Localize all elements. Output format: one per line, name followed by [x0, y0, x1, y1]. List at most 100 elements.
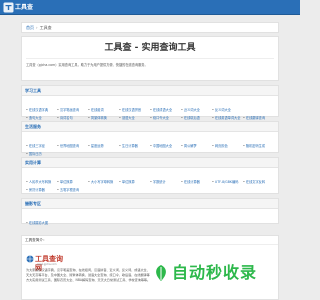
- tool-link-label: 五笔字根查询: [59, 188, 80, 192]
- bullet-icon: •: [88, 144, 90, 148]
- tool-link-label: 在线计算器: [183, 180, 200, 184]
- link-row: •在线摄影大图: [26, 211, 276, 225]
- bullet-icon: •: [26, 188, 28, 192]
- tool-link-label: 国际日历: [28, 152, 42, 156]
- tool-link-label: 在线摄影大图: [28, 221, 49, 225]
- bullet-icon: •: [119, 144, 121, 148]
- bullet-icon: •: [181, 116, 183, 120]
- tool-link[interactable]: •随机密码生成: [243, 144, 274, 149]
- tool-link-label: 在线翻译查询: [245, 116, 266, 120]
- bullet-icon: •: [212, 180, 214, 184]
- tool-link[interactable]: •星座运势: [88, 144, 119, 149]
- section-title: 学习工具: [22, 86, 278, 96]
- breadcrumb-current: 工具查: [39, 25, 52, 30]
- section-learning-tools: 学习工具 •在线汉语字典 •汉字笔画查询 •在线组词 •在线汉语拼音 •在线成语大全 •近…: [21, 85, 279, 120]
- bullet-icon: •: [181, 180, 183, 184]
- bullet-icon: •: [150, 180, 152, 184]
- bullet-icon: •: [26, 221, 28, 225]
- bullet-icon: •: [119, 116, 121, 120]
- tool-link-label: 房贷计算器: [28, 188, 45, 192]
- tool-link-label: 随机密码生成: [245, 144, 266, 148]
- bullet-icon: •: [88, 116, 90, 120]
- tool-link[interactable]: •单位换算: [119, 180, 150, 185]
- section-title: 实用计算: [22, 158, 278, 168]
- link-row: •在线汉语字典 •汉字笔画查询 •在线组词 •在线汉语拼音 •在线成语大全 •近义词大全 •…: [26, 98, 276, 112]
- tool-link-label: 诗词名句: [59, 116, 73, 120]
- tool-link-list: •在线摄影大图: [26, 211, 276, 225]
- tool-link[interactable]: •中国地图大全: [150, 144, 181, 149]
- tool-link-label: 星座运势: [90, 144, 104, 148]
- bullet-icon: •: [150, 116, 152, 120]
- tool-link[interactable]: •UTF-8/GBK编码: [212, 180, 243, 185]
- site-intro: 工具查（gjcha.com）实用查询工具，助力于为用户提供方便、快捷的在线查询服…: [26, 63, 148, 67]
- bullet-icon: •: [243, 116, 245, 120]
- hero-panel: 工具查 - 实用查询工具 工具查（gjcha.com）实用查询工具，助力于为用户…: [21, 36, 279, 81]
- tool-link[interactable]: •在线计算器: [181, 180, 212, 185]
- hero-divider: [26, 58, 274, 59]
- bullet-icon: •: [150, 144, 152, 148]
- tool-link-label: 中国地图大全: [152, 144, 173, 148]
- tool-link[interactable]: •在线摄影大图: [26, 221, 57, 226]
- tool-link[interactable]: •在线文字反转: [243, 180, 274, 185]
- tool-link[interactable]: •房贷计算器: [26, 188, 57, 193]
- tool-link[interactable]: •世界地图查询: [57, 144, 88, 149]
- tool-link-label: 简繁体转换: [90, 116, 107, 120]
- tool-link-label: 单位换算: [121, 180, 135, 184]
- tool-link-label: 造句大全: [28, 116, 42, 120]
- tool-link[interactable]: •网页颜色: [212, 144, 243, 149]
- tool-link-label: 网页颜色: [214, 144, 228, 148]
- tool-link-label: 在线文字反转: [245, 180, 266, 184]
- link-row: •人民币大写转换 •单位换算 •大小写字母转换 •单位换算 •字数统计 •在线计算器 •UT…: [26, 170, 276, 184]
- bullet-icon: •: [212, 144, 214, 148]
- bullet-icon: •: [57, 144, 59, 148]
- bullet-icon: •: [26, 152, 28, 156]
- link-row: •造句大全 •诗词名句 •简繁体转换 •谜语大全 •绕口令大全 •在线歇后语 •在线英语单词…: [26, 106, 276, 120]
- tool-link[interactable]: •周公解梦: [181, 144, 212, 149]
- breadcrumb-separator: ›: [36, 25, 38, 30]
- tool-link-label: 周公解梦: [183, 144, 197, 148]
- tool-link[interactable]: •五笔字根查询: [57, 188, 88, 193]
- section-title: 摄影专区: [22, 199, 278, 209]
- tool-link-label: UTF-8/GBK编码: [214, 180, 239, 184]
- tool-link-label: 在线英语单词大全: [214, 116, 241, 120]
- tool-link-list: •在线汉语字典 •汉字笔画查询 •在线组词 •在线汉语拼音 •在线成语大全 •近义词大全 •…: [26, 98, 276, 120]
- tool-link-list: •人民币大写转换 •单位换算 •大小写字母转换 •单位换算 •字数统计 •在线计算器 •UT…: [26, 170, 276, 192]
- bullet-icon: •: [243, 180, 245, 184]
- about-heading: 工具查简介：: [22, 236, 278, 245]
- site-title[interactable]: 工具查: [15, 1, 33, 14]
- tool-link[interactable]: •生日计算器: [119, 144, 150, 149]
- bullet-icon: •: [88, 180, 90, 184]
- breadcrumb: 首页 › 工具查: [21, 22, 279, 33]
- tool-link-label: 世界地图查询: [59, 144, 80, 148]
- leaf-logo-icon: [156, 265, 166, 281]
- bullet-icon: •: [119, 180, 121, 184]
- tool-link-label: 在线歇后语: [183, 116, 200, 120]
- tool-link-label: 大小写字母转换: [90, 180, 114, 184]
- bullet-icon: •: [181, 144, 183, 148]
- tool-link-label: 绕口令大全: [152, 116, 169, 120]
- bullet-icon: •: [243, 144, 245, 148]
- partner-logo-url: www.gjcha.com: [37, 263, 57, 266]
- breadcrumb-home-link[interactable]: 首页: [26, 25, 34, 30]
- link-row: •在线三字经 •世界地图查询 •星座运势 •生日计算器 •中国地图大全 •周公解梦 •网页颜…: [26, 134, 276, 148]
- site-logo-icon[interactable]: [3, 2, 14, 13]
- section-life-services: 生活服务 •在线三字经 •世界地图查询 •星座运势 •生日计算器 •中国地图大全 •周公解…: [21, 121, 279, 156]
- section-title: 生活服务: [22, 122, 278, 132]
- watermark-text: 自动秒收录: [172, 263, 258, 282]
- section-practical-calc: 实用计算 •人民币大写转换 •单位换算 •大小写字母转换 •单位换算 •字数统计 •在线计…: [21, 157, 279, 194]
- bullet-icon: •: [57, 188, 59, 192]
- tool-link-label: 生日计算器: [121, 144, 138, 148]
- page-title: 工具查 - 实用查询工具: [104, 43, 196, 53]
- section-photography: 摄影专区 •在线摄影大图: [21, 198, 279, 225]
- watermark-overlay: 自动秒收录: [152, 262, 276, 284]
- tool-link-list: •在线三字经 •世界地图查询 •星座运势 •生日计算器 •中国地图大全 •周公解梦 •网页颜…: [26, 134, 276, 156]
- globe-icon: [26, 255, 34, 263]
- tool-link[interactable]: •大小写字母转换: [88, 180, 119, 185]
- tool-link-label: 谜语大全: [121, 116, 135, 120]
- partner-logo[interactable]: 工具查询网 www.gjcha.com: [26, 254, 68, 272]
- bullet-icon: •: [212, 116, 214, 120]
- tool-link-label: 字数统计: [152, 180, 166, 184]
- tool-link[interactable]: •字数统计: [150, 180, 181, 185]
- bullet-icon: •: [57, 116, 59, 120]
- top-bar: 工具查: [0, 0, 300, 15]
